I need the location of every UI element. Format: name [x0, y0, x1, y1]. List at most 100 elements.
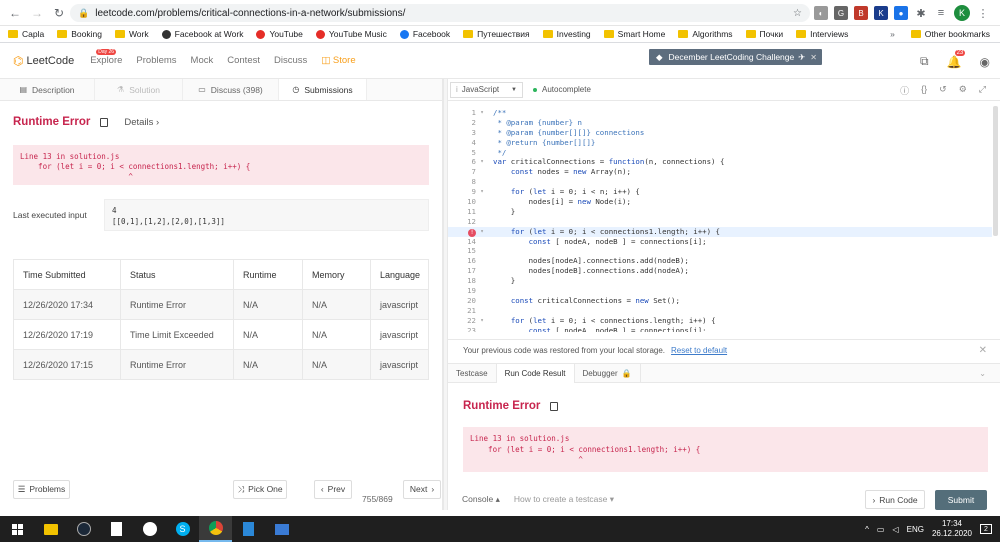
next-button[interactable]: Next › — [403, 479, 441, 499]
code-line[interactable]: 2 * @param {number} n — [448, 118, 992, 128]
cell-status[interactable]: Runtime Error — [120, 349, 234, 380]
more-icon[interactable]: ⋮ — [976, 6, 990, 20]
language-select[interactable]: i JavaScript ▼ — [450, 81, 523, 98]
tab-description[interactable]: ▤ Description — [0, 79, 95, 100]
chevron-up-icon[interactable]: ^ — [865, 525, 869, 534]
problems-button[interactable]: ☰ Problems — [13, 479, 70, 499]
challenge-banner[interactable]: ◆ December LeetCoding Challenge ✈ ✕ — [649, 49, 822, 65]
table-row[interactable]: 12/26/2020 17:15 Runtime Error N/A N/A j… — [13, 349, 429, 380]
bell-icon[interactable]: 🔔 23 — [947, 49, 966, 69]
code-line[interactable]: 20 const criticalConnections = new Set()… — [448, 296, 992, 306]
skype-icon[interactable]: S — [166, 516, 199, 542]
tab-debugger[interactable]: Debugger 🔒 — [575, 363, 641, 383]
nav-problems[interactable]: Problems — [136, 55, 176, 66]
settings-icon[interactable]: ⚙ — [959, 84, 967, 97]
run-code-button[interactable]: › Run Code — [865, 490, 925, 509]
steam-icon[interactable] — [67, 516, 100, 542]
fold-arrow-icon[interactable]: ▾ — [476, 108, 488, 118]
nav-discuss[interactable]: Discuss — [274, 55, 307, 66]
tab-solution[interactable]: ⚗ Solution — [95, 79, 183, 100]
profile-avatar[interactable]: K — [954, 5, 970, 21]
code-line[interactable]: 4 * @return {number[][]} — [448, 138, 992, 148]
table-row[interactable]: 12/26/2020 17:34 Runtime Error N/A N/A j… — [13, 289, 429, 320]
puzzle-icon[interactable]: ✱ — [914, 6, 928, 20]
nav-mock[interactable]: Mock — [191, 55, 214, 66]
copy-icon[interactable] — [100, 117, 109, 127]
photos-icon[interactable] — [265, 516, 298, 542]
extension-icon[interactable]: ◐ — [814, 6, 828, 20]
address-bar[interactable]: 🔒 leetcode.com/problems/critical-connect… — [70, 4, 810, 22]
user-icon[interactable]: ◉ — [980, 55, 990, 69]
bookmark-item[interactable]: Capla — [8, 29, 44, 39]
reset-to-default-link[interactable]: Reset to default — [671, 346, 727, 355]
extension-icon[interactable]: K — [874, 6, 888, 20]
console-toggle[interactable]: Console ▴ — [462, 494, 500, 505]
code-line[interactable]: 21 — [448, 306, 992, 316]
language-indicator[interactable]: ENG — [907, 525, 924, 534]
nav-store[interactable]: ◫ Store — [321, 55, 355, 66]
xbox-icon[interactable] — [133, 516, 166, 542]
code-line[interactable]: 17 nodes[nodeB].connections.add(nodeA); — [448, 266, 992, 276]
tab-testcase[interactable]: Testcase — [448, 363, 497, 383]
windows-start-icon[interactable] — [0, 516, 34, 542]
close-icon[interactable]: ✕ — [979, 345, 987, 356]
bookmark-item[interactable]: Smart Home — [603, 29, 665, 39]
tab-run-code-result[interactable]: Run Code Result — [496, 363, 575, 383]
code-line[interactable]: 10 nodes[i] = new Node(i); — [448, 197, 992, 207]
code-line[interactable]: 3 * @param {number[][]} connections — [448, 128, 992, 138]
file-explorer-icon[interactable] — [34, 516, 67, 542]
create-testcase-link[interactable]: How to create a testcase ▾ — [514, 494, 614, 505]
reset-icon[interactable]: ↺ — [939, 84, 947, 97]
code-line[interactable]: 11 } — [448, 207, 992, 217]
cell-status[interactable]: Time Limit Exceeded — [120, 319, 234, 350]
menu-icon[interactable]: ≡ — [934, 6, 948, 20]
clock[interactable]: 17:34 26.12.2020 — [932, 519, 972, 539]
leetcode-logo[interactable]: ⌬ LeetCode — [13, 54, 74, 68]
bookmark-item[interactable]: YouTube — [256, 29, 303, 39]
bookmark-item[interactable]: Facebook at Work — [161, 29, 243, 39]
fullscreen-icon[interactable]: ⤢ — [979, 84, 986, 97]
code-line[interactable]: 5 */ — [448, 148, 992, 158]
code-line[interactable]: 7 const nodes = new Array(n); — [448, 167, 992, 177]
editor-scrollbar[interactable] — [993, 106, 998, 236]
bookmark-item[interactable]: Interviews — [796, 29, 848, 39]
code-line[interactable]: 19 — [448, 286, 992, 296]
fold-arrow-icon[interactable]: ▾ — [476, 187, 488, 197]
fold-arrow-icon[interactable]: ▾ — [476, 157, 488, 167]
nav-explore[interactable]: Day 26 Explore — [90, 49, 122, 66]
epic-games-icon[interactable] — [100, 516, 133, 542]
code-line[interactable]: 9 ▾ for (let i = 0; i < n; i++) { — [448, 187, 992, 197]
code-line[interactable]: 1 ▾ /** — [448, 108, 992, 118]
code-line[interactable]: 14 const [ nodeA, nodeB ] = connections[… — [448, 237, 992, 247]
back-icon[interactable]: ← — [4, 6, 26, 20]
bookmark-item[interactable]: YouTube Music — [315, 29, 387, 39]
code-editor[interactable]: 1 ▾/** 2 * @param {number} n3 * @param {nu… — [448, 108, 992, 332]
bookmark-item[interactable]: Work — [114, 29, 149, 39]
bookmark-item[interactable]: Почки — [745, 29, 783, 39]
notification-center-icon[interactable]: 2 — [980, 524, 992, 534]
code-line[interactable]: 23 const [ nodeA, nodeB ] = connections[… — [448, 326, 992, 332]
code-line[interactable]: 8 — [448, 177, 992, 187]
submit-button[interactable]: Submit — [935, 489, 987, 510]
extension-icon[interactable]: ● — [894, 6, 908, 20]
table-row[interactable]: 12/26/2020 17:19 Time Limit Exceeded N/A… — [13, 319, 429, 350]
prev-button[interactable]: ‹ Prev — [314, 479, 352, 499]
code-line[interactable]: 16 nodes[nodeA].connections.add(nodeB); — [448, 256, 992, 266]
playground-icon[interactable]: ⧉ — [920, 54, 929, 69]
bookmark-item[interactable]: Algorithms — [678, 29, 733, 39]
fold-arrow-icon[interactable]: ▾ — [476, 316, 488, 326]
bookmark-item[interactable]: Investing — [542, 29, 591, 39]
extension-icon[interactable]: B — [854, 6, 868, 20]
more-bookmarks-chevron[interactable]: » — [890, 29, 895, 39]
bookmark-item[interactable]: Путешествия — [463, 29, 530, 39]
info-icon[interactable]: ⓘ — [900, 84, 909, 97]
forward-icon[interactable]: → — [26, 6, 48, 20]
tab-submissions[interactable]: ◷ Submissions — [279, 79, 367, 100]
other-bookmarks[interactable]: » Other bookmarks — [890, 29, 990, 39]
close-icon[interactable]: ✕ — [810, 53, 817, 62]
cell-status[interactable]: Runtime Error — [120, 289, 234, 320]
braces-icon[interactable]: {} — [921, 84, 927, 97]
star-icon[interactable]: ☆ — [793, 8, 802, 19]
code-line[interactable]: 15 — [448, 246, 992, 256]
bookmark-item[interactable]: Facebook — [399, 29, 450, 39]
